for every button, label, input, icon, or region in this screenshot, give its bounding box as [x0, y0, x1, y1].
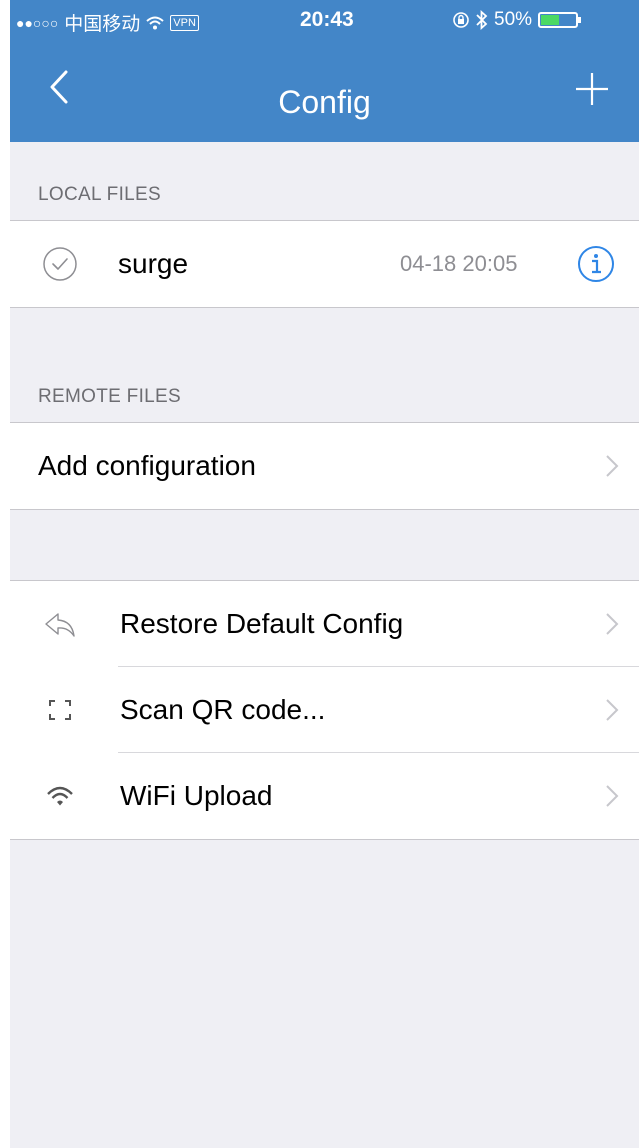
remote-files-header: REMOTE FILES	[10, 308, 639, 422]
remote-files-group: Add configuration	[10, 422, 639, 510]
remote-files-header-label: REMOTE FILES	[38, 386, 181, 407]
local-files-header: LOCAL FILES	[10, 142, 639, 220]
config-file-row[interactable]: surge 04-18 20:05	[10, 221, 639, 307]
app-screen: ●●○○○ 中国移动 VPN 20:43 50% Config LOCAL FI…	[10, 0, 639, 1148]
check-circle-icon	[43, 247, 77, 281]
battery-fill	[541, 15, 560, 25]
orientation-lock-icon	[453, 12, 469, 28]
chevron-right-icon	[606, 785, 619, 807]
add-configuration-row[interactable]: Add configuration	[10, 423, 639, 509]
signal-strength: ●●○○○	[16, 14, 59, 31]
chevron-right-icon	[606, 455, 619, 477]
scan-frame-icon	[49, 700, 71, 720]
local-files-header-label: LOCAL FILES	[38, 184, 161, 205]
add-configuration-label: Add configuration	[38, 450, 256, 481]
status-right: 50%	[452, 9, 582, 31]
config-file-name: surge	[118, 248, 189, 279]
local-files-group: surge 04-18 20:05	[10, 220, 639, 308]
plus-icon	[576, 73, 608, 105]
carrier-name: 中国移动	[64, 14, 141, 35]
chevron-right-icon	[606, 699, 619, 721]
vpn-badge: VPN	[170, 14, 199, 31]
restore-default-config-row[interactable]: Restore Default Config	[10, 581, 639, 667]
battery-icon	[538, 12, 582, 28]
status-time: 20:43	[300, 8, 354, 31]
config-file-date: 04-18 20:05	[400, 251, 518, 276]
info-icon	[578, 246, 614, 282]
status-left: ●●○○○ 中国移动 VPN	[16, 9, 199, 36]
wifi-status-icon	[146, 16, 164, 29]
scan-qr-code-row[interactable]: Scan QR code...	[10, 667, 639, 753]
info-button[interactable]	[576, 244, 616, 284]
add-button[interactable]	[567, 64, 617, 114]
chevron-right-icon	[606, 613, 619, 635]
reply-arrow-icon	[45, 613, 75, 637]
wifi-icon	[47, 786, 73, 806]
wifi-upload-row[interactable]: WiFi Upload	[10, 753, 639, 839]
navigation-bar: Config	[10, 40, 639, 142]
scan-qr-code-label: Scan QR code...	[120, 694, 326, 725]
page-title: Config	[278, 84, 371, 120]
bluetooth-icon	[476, 10, 488, 30]
status-bar: ●●○○○ 中国移动 VPN 20:43 50%	[10, 0, 639, 40]
battery-percent: 50%	[494, 9, 533, 30]
wifi-upload-label: WiFi Upload	[120, 780, 273, 811]
restore-default-config-label: Restore Default Config	[120, 608, 404, 639]
actions-group: Restore Default Config Scan QR code... W…	[10, 580, 639, 840]
